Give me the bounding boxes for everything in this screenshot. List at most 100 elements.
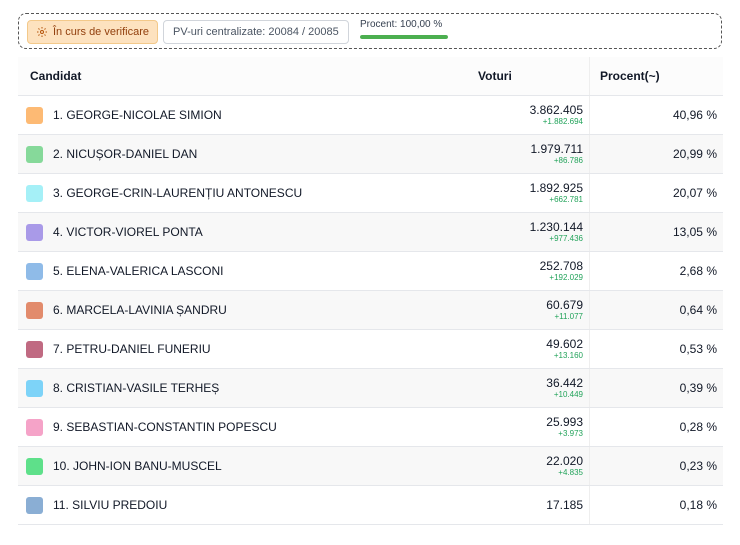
votes-delta: +11.077	[554, 312, 583, 321]
progress-fill	[360, 35, 448, 39]
votes-cell: 60.679 +11.077	[468, 290, 590, 330]
candidate: 3. GEORGE-CRIN-LAURENȚIU ANTONESCU	[26, 184, 467, 202]
candidate-color-swatch	[26, 262, 43, 280]
votes-delta: +86.786	[553, 156, 583, 165]
candidate-cell: 4. VICTOR-VIOREL PONTA	[18, 212, 468, 252]
votes-value: 252.708	[539, 259, 583, 273]
candidate-cell: 6. MARCELA-LAVINIA ȘANDRU	[18, 290, 468, 330]
table-row: 1. GEORGE-NICOLAE SIMION 3.862.405 +1.882.…	[18, 95, 723, 135]
candidate: 11. SILVIU PREDOIU	[26, 496, 467, 514]
table-row: 4. VICTOR-VIOREL PONTA 1.230.144 +977.436 1…	[18, 212, 723, 252]
candidate-color-swatch	[26, 496, 43, 514]
candidate-color-swatch	[26, 223, 43, 241]
candidate-color-swatch	[26, 106, 43, 124]
votes-delta: +977.436	[549, 234, 583, 243]
candidate-color-swatch	[26, 379, 43, 397]
votes-delta: +662.781	[549, 195, 583, 204]
percent-value: 0,18 %	[589, 485, 723, 525]
percent-value: 40,96 %	[589, 95, 723, 135]
table-row: 3. GEORGE-CRIN-LAURENȚIU ANTONESCU 1.892.…	[18, 173, 723, 213]
candidate: 7. PETRU-DANIEL FUNERIU	[26, 340, 467, 358]
table-row: 9. SEBASTIAN-CONSTANTIN POPESCU 25.993 +3.…	[18, 407, 723, 447]
votes-cell: 22.020 +4.835	[468, 446, 590, 486]
percent-value: 20,07 %	[589, 173, 723, 213]
candidate: 10. JOHN-ION BANU-MUSCEL	[26, 457, 467, 475]
table-header-row: Candidat Voturi Procent(~)	[18, 57, 723, 96]
percent-value: 20,99 %	[589, 134, 723, 174]
header-percent: Procent(~)	[589, 57, 723, 96]
votes-delta: +10.449	[553, 390, 583, 399]
votes-cell: 252.708 +192.029	[468, 251, 590, 291]
candidate-cell: 11. SILVIU PREDOIU	[18, 485, 468, 525]
candidate-name: 11. SILVIU PREDOIU	[53, 498, 168, 512]
votes-delta: +192.029	[549, 273, 583, 282]
candidate-color-swatch	[26, 457, 43, 475]
candidate-name: 10. JOHN-ION BANU-MUSCEL	[53, 459, 222, 473]
votes-cell: 1.230.144 +977.436	[468, 212, 590, 252]
header-votes: Voturi	[468, 57, 590, 96]
candidate-color-swatch	[26, 340, 43, 358]
candidate-name: 8. CRISTIAN-VASILE TERHEȘ	[53, 381, 220, 395]
votes-cell: 49.602 +13.160	[468, 329, 590, 369]
votes-cell: 25.993 +3.973	[468, 407, 590, 447]
candidate: 2. NICUȘOR-DANIEL DAN	[26, 145, 467, 163]
candidate-name: 9. SEBASTIAN-CONSTANTIN POPESCU	[53, 420, 277, 434]
table-row: 11. SILVIU PREDOIU 17.185 0,18 %	[18, 485, 723, 525]
votes-value: 1.979.711	[530, 142, 584, 156]
candidate-name: 6. MARCELA-LAVINIA ȘANDRU	[53, 303, 227, 317]
candidate-name: 1. GEORGE-NICOLAE SIMION	[53, 108, 222, 122]
results-table: Candidat Voturi Procent(~) 1. GEORGE-NIC…	[18, 57, 723, 525]
percent-value: 0,23 %	[589, 446, 723, 486]
votes-value: 25.993	[546, 415, 583, 429]
percent-value: 0,28 %	[589, 407, 723, 447]
votes-cell: 17.185	[468, 485, 590, 525]
verification-status-label: În curs de verificare	[53, 26, 149, 38]
votes-value: 3.862.405	[529, 103, 583, 117]
candidate: 5. ELENA-VALERICA LASCONI	[26, 262, 467, 280]
candidate: 1. GEORGE-NICOLAE SIMION	[26, 106, 467, 124]
candidate-name: 2. NICUȘOR-DANIEL DAN	[53, 147, 198, 161]
table-row: 5. ELENA-VALERICA LASCONI 252.708 +192.029…	[18, 251, 723, 291]
candidate-cell: 7. PETRU-DANIEL FUNERIU	[18, 329, 468, 369]
candidate-name: 4. VICTOR-VIOREL PONTA	[53, 225, 203, 239]
votes-delta: +1.882.694	[542, 117, 583, 126]
votes-value: 22.020	[546, 454, 583, 468]
candidate: 4. VICTOR-VIOREL PONTA	[26, 223, 467, 241]
votes-cell: 3.862.405 +1.882.694	[468, 95, 590, 135]
votes-cell: 36.442 +10.449	[468, 368, 590, 408]
votes-cell: 1.979.711 +86.786	[468, 134, 590, 174]
votes-value: 60.679	[546, 298, 583, 312]
table-row: 8. CRISTIAN-VASILE TERHEȘ 36.442 +10.449 0,…	[18, 368, 723, 408]
candidate: 8. CRISTIAN-VASILE TERHEȘ	[26, 379, 467, 397]
progress-track	[360, 35, 448, 39]
votes-value: 17.185	[546, 497, 583, 512]
votes-cell: 1.892.925 +662.781	[468, 173, 590, 213]
candidate-color-swatch	[26, 184, 43, 202]
percent-value: 0,53 %	[589, 329, 723, 369]
pv-count: PV-uri centralizate: 20084 / 20085	[163, 20, 349, 44]
table-row: 2. NICUȘOR-DANIEL DAN 1.979.711 +86.786 20,…	[18, 134, 723, 174]
votes-value: 1.230.144	[529, 220, 583, 234]
votes-value: 49.602	[546, 337, 583, 351]
candidate-name: 7. PETRU-DANIEL FUNERIU	[53, 342, 211, 356]
percent-value: 0,39 %	[589, 368, 723, 408]
candidate-cell: 8. CRISTIAN-VASILE TERHEȘ	[18, 368, 468, 408]
progress-indicator: Procent: 100,00 %	[360, 19, 452, 39]
percent-value: 13,05 %	[589, 212, 723, 252]
candidate-cell: 5. ELENA-VALERICA LASCONI	[18, 251, 468, 291]
candidate-color-swatch	[26, 418, 43, 436]
candidate-cell: 10. JOHN-ION BANU-MUSCEL	[18, 446, 468, 486]
gear-icon	[37, 27, 47, 37]
candidate-cell: 2. NICUȘOR-DANIEL DAN	[18, 134, 468, 174]
header-candidate: Candidat	[18, 57, 468, 96]
candidate-cell: 1. GEORGE-NICOLAE SIMION	[18, 95, 468, 135]
candidate: 6. MARCELA-LAVINIA ȘANDRU	[26, 301, 467, 319]
verification-status-badge: În curs de verificare	[27, 20, 158, 44]
votes-delta: +3.973	[558, 429, 583, 438]
candidate-color-swatch	[26, 301, 43, 319]
candidate-cell: 3. GEORGE-CRIN-LAURENȚIU ANTONESCU	[18, 173, 468, 213]
votes-value: 1.892.925	[529, 181, 583, 195]
votes-value: 36.442	[546, 376, 583, 390]
table-row: 10. JOHN-ION BANU-MUSCEL 22.020 +4.835 0,23…	[18, 446, 723, 486]
candidate-name: 3. GEORGE-CRIN-LAURENȚIU ANTONESCU	[53, 186, 303, 200]
